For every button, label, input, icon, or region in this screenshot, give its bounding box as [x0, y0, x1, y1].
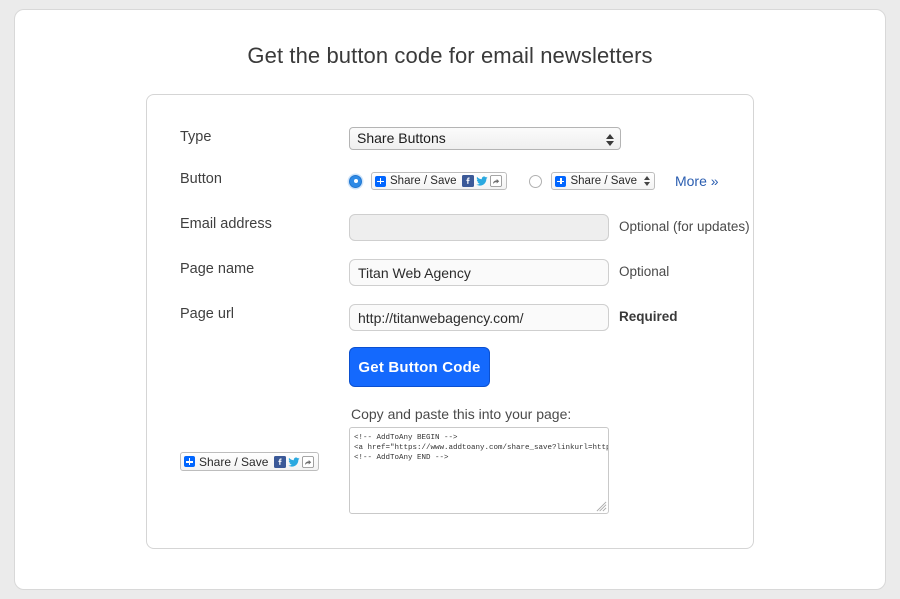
get-button-code-button[interactable]: Get Button Code: [349, 347, 490, 387]
type-select[interactable]: Share Buttons: [349, 127, 621, 150]
type-field: Share Buttons: [349, 127, 621, 150]
share-arrow-icon: [490, 175, 503, 187]
page-url-hint: Required: [619, 309, 678, 324]
facebook-icon: [462, 175, 475, 187]
preview-share-button: Share / Save: [180, 452, 320, 472]
page-name-field: [349, 259, 609, 286]
email-hint: Optional (for updates): [619, 219, 750, 234]
page-name-row: Page name Optional: [147, 259, 753, 289]
type-label: Type: [180, 129, 212, 145]
addtoany-icon: [375, 175, 386, 187]
twitter-icon: [476, 176, 488, 186]
share-save-button-option-1[interactable]: Share / Save: [371, 172, 508, 190]
share-save-label: Share / Save: [570, 175, 637, 187]
addtoany-icon: [555, 175, 567, 187]
generated-code-textarea[interactable]: <!-- AddToAny BEGIN --> <a href="https:/…: [349, 427, 609, 514]
twitter-icon: [288, 457, 300, 467]
page-url-input[interactable]: [349, 304, 609, 331]
email-row: Email address Optional (for updates): [147, 214, 753, 244]
page-title: Get the button code for email newsletter…: [247, 43, 653, 68]
share-save-label: Share / Save: [390, 175, 457, 187]
page-name-label: Page name: [180, 261, 255, 277]
email-label: Email address: [180, 216, 272, 232]
share-arrow-icon: [302, 455, 315, 468]
copy-paste-label: Copy and paste this into your page:: [351, 406, 572, 422]
type-select-value: Share Buttons: [357, 130, 446, 146]
button-style-radio-1[interactable]: [349, 174, 362, 188]
type-row: Type Share Buttons: [147, 127, 753, 157]
addtoany-icon: [184, 456, 195, 467]
page-card: Get the button code for email newsletter…: [14, 9, 886, 590]
share-save-preview[interactable]: Share / Save: [180, 452, 320, 471]
email-input[interactable]: [349, 214, 609, 241]
page-url-row: Page url Required: [147, 304, 753, 334]
chevron-updown-icon: [605, 130, 614, 149]
facebook-icon: [274, 455, 287, 468]
page-url-field: [349, 304, 609, 331]
page-name-input[interactable]: [349, 259, 609, 286]
share-save-label: Share / Save: [199, 454, 269, 469]
email-field: [349, 214, 609, 241]
button-choices: Share / Save Share / Save More »: [349, 169, 719, 193]
page-name-hint: Optional: [619, 264, 670, 279]
page-url-label: Page url: [180, 306, 235, 322]
stepper-icon: [643, 176, 650, 186]
button-style-radio-2[interactable]: [529, 174, 543, 188]
button-label: Button: [180, 171, 222, 187]
share-save-button-option-2[interactable]: Share / Save: [551, 172, 655, 190]
button-row: Button Share / Save Share / Save More »: [147, 169, 753, 199]
button-code-form-panel: Type Share Buttons Button Share / Save S…: [146, 94, 754, 549]
more-link[interactable]: More »: [675, 173, 719, 189]
